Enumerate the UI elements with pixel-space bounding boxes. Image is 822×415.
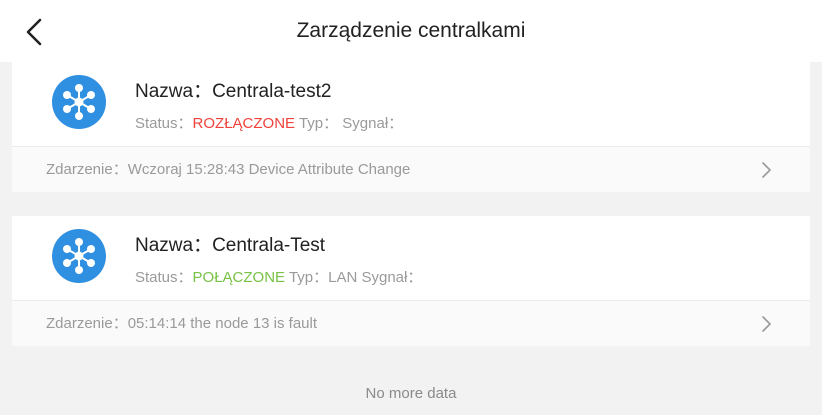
event-text: Zdarzenie：05:14:14 the node 13 is fault xyxy=(46,301,317,346)
device-name: Nazwa：Centrala-test2 xyxy=(135,76,331,103)
event-value: 05:14:14 the node 13 is fault xyxy=(127,315,318,332)
chevron-right-icon xyxy=(762,162,771,178)
device-name: Nazwa：Centrala-Test xyxy=(135,230,325,257)
no-more-data-text: No more data xyxy=(365,385,457,402)
hub-icon xyxy=(52,229,106,283)
hub-icon xyxy=(52,75,106,129)
header: Zarządzenie centralkami xyxy=(0,0,822,62)
device-card[interactable]: Nazwa：Centrala-Test Status：POŁĄCZONE Typ… xyxy=(12,216,810,346)
signal-label: Sygnał： xyxy=(357,269,423,286)
name-label: Nazwa： xyxy=(135,81,213,102)
status-label: Status： xyxy=(135,269,193,286)
page-title: Zarządzenie centralkami xyxy=(296,19,526,42)
name-value: Centrala-Test xyxy=(212,235,326,256)
event-label: Zdarzenie： xyxy=(46,315,128,332)
device-status-line: Status：POŁĄCZONE Typ：LAN Sygnał： xyxy=(135,266,422,287)
type-value: LAN xyxy=(328,269,358,286)
status-label: Status： xyxy=(135,115,193,132)
device-card[interactable]: Nazwa：Centrala-test2 Status：ROZŁĄCZONE T… xyxy=(12,62,810,192)
status-badge: ROZŁĄCZONE xyxy=(192,115,296,132)
name-label: Nazwa： xyxy=(135,235,213,256)
event-row[interactable]: Zdarzenie：05:14:14 the node 13 is fault xyxy=(12,301,810,346)
name-value: Centrala-test2 xyxy=(212,81,332,102)
type-label: Typ： xyxy=(295,115,339,132)
status-badge: POŁĄCZONE xyxy=(192,269,286,286)
event-text: Zdarzenie：Wczoraj 15:28:43 Device Attrib… xyxy=(46,147,410,192)
event-label: Zdarzenie： xyxy=(46,161,128,178)
device-status-line: Status：ROZŁĄCZONE Typ： Sygnał： xyxy=(135,112,403,133)
type-label: Typ： xyxy=(285,269,329,286)
device-card-header[interactable]: Nazwa：Centrala-Test Status：POŁĄCZONE Typ… xyxy=(12,216,810,300)
device-card-header[interactable]: Nazwa：Centrala-test2 Status：ROZŁĄCZONE T… xyxy=(12,62,810,146)
event-value: Wczoraj 15:28:43 Device Attribute Change xyxy=(127,161,411,178)
signal-label: Sygnał： xyxy=(338,115,404,132)
event-row[interactable]: Zdarzenie：Wczoraj 15:28:43 Device Attrib… xyxy=(12,147,810,192)
chevron-right-icon xyxy=(762,316,771,332)
